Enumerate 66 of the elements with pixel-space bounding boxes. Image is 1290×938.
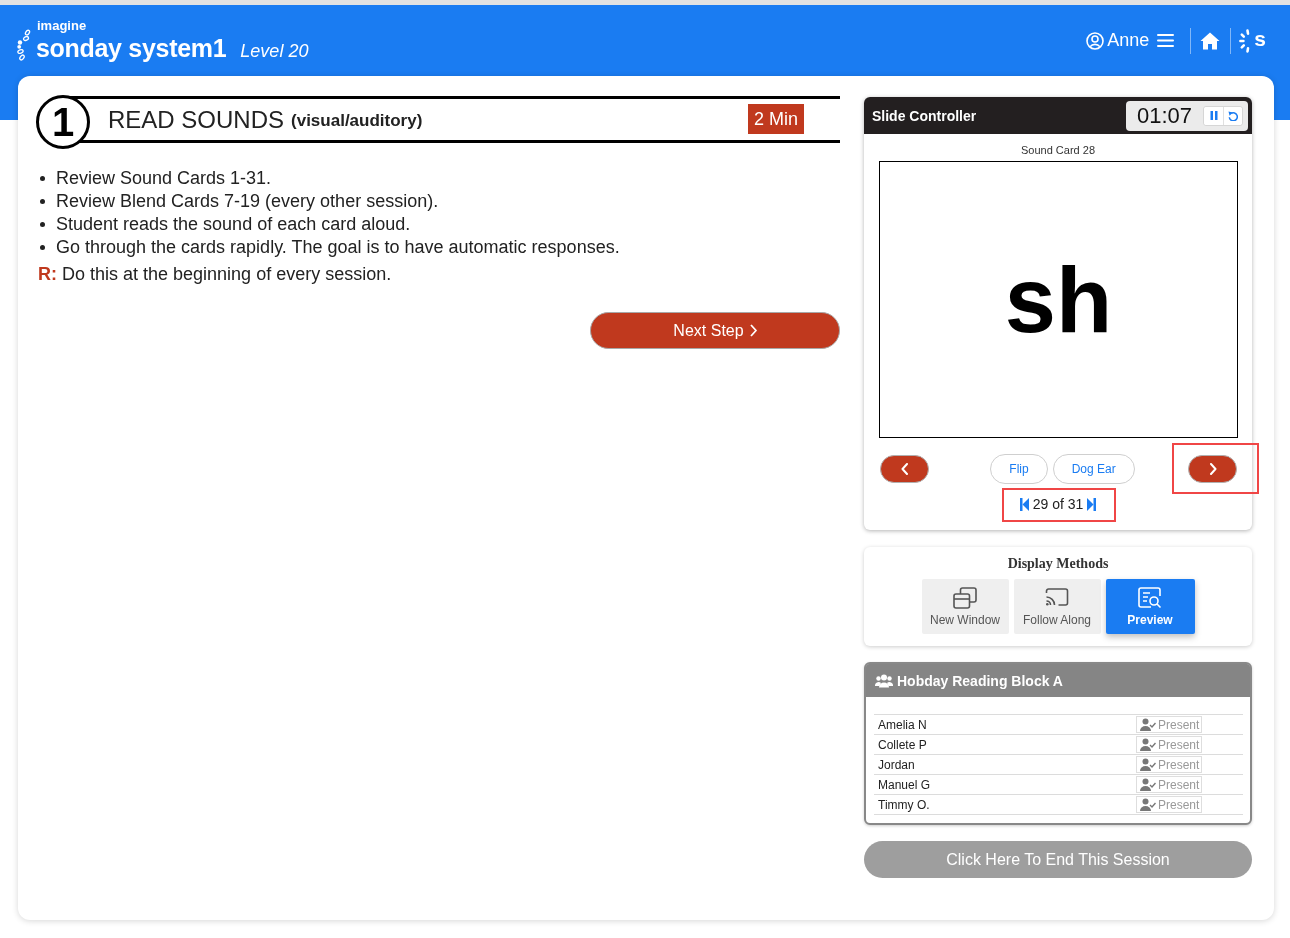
student-name: Timmy O. [877, 797, 931, 812]
bullet-icon [40, 199, 45, 204]
chevron-left-icon [900, 463, 909, 475]
end-session-button[interactable]: Click Here To End This Session [864, 841, 1252, 878]
panel-title: Slide Controller [872, 107, 977, 124]
attendance-button[interactable]: Present [1136, 796, 1202, 813]
reset-button[interactable] [1223, 106, 1242, 125]
step-number: 1 [36, 95, 90, 149]
student-name: Manuel G [877, 777, 932, 792]
panel-title: Hobday Reading Block A [897, 672, 1063, 689]
cast-icon [1045, 586, 1069, 609]
brand-tagline: imagine [37, 18, 88, 33]
instruction-text: Go through the cards rapidly. The goal is to have automatic responses. [56, 236, 620, 259]
next-button[interactable] [1188, 455, 1237, 483]
page-counter: 29 of 31 [1032, 496, 1084, 512]
flash-card: sh [879, 161, 1238, 438]
user-menu-button[interactable]: Anne [1086, 30, 1150, 51]
user-check-icon [1140, 778, 1156, 791]
instruction-text: Review Blend Cards 7-19 (every other session). [56, 190, 439, 213]
bullet-icon [40, 176, 45, 181]
student-name: Collete P [877, 737, 928, 752]
user-check-icon [1140, 738, 1156, 751]
reminder-text: R: Do this at the beginning of every session. [38, 263, 393, 286]
logo-letter: s [1254, 27, 1266, 50]
pause-icon [1209, 111, 1218, 120]
display-method-button[interactable]: Follow Along [1013, 579, 1101, 634]
brand-name: sonday system1 [36, 33, 227, 63]
windows-icon [953, 586, 977, 609]
bullet-icon [40, 222, 45, 227]
skip-last-icon[interactable] [1087, 497, 1097, 511]
user-check-icon [1140, 798, 1156, 811]
step-title: READ SOUNDS [108, 105, 285, 134]
instruction-text: Review Sound Cards 1-31. [56, 167, 272, 190]
chevron-right-icon [749, 324, 757, 337]
previous-button[interactable] [880, 455, 929, 483]
logo-mark-icon [16, 28, 32, 61]
display-method-button[interactable]: Preview [1105, 579, 1195, 634]
card-action-button[interactable]: Dog Ear [1052, 454, 1135, 484]
timer-display: 01:07 [1137, 102, 1193, 129]
panel-title: Display Methods [1006, 556, 1110, 572]
next-step-button[interactable]: Next Step [590, 312, 840, 349]
users-icon [875, 673, 893, 688]
chevron-right-icon [1208, 463, 1217, 475]
student-name: Amelia N [877, 717, 928, 732]
user-circle-icon [1086, 31, 1105, 50]
attendance-button[interactable]: Present [1136, 756, 1202, 773]
step-subtitle: (visual/auditory) [291, 110, 423, 131]
attendance-button[interactable]: Present [1136, 776, 1202, 793]
duration-badge: 2 Min [748, 103, 804, 134]
level-label: Level 20 [240, 40, 309, 62]
dots-logo-icon [1239, 28, 1252, 53]
user-check-icon [1140, 718, 1156, 731]
card-action-button[interactable]: Flip [990, 454, 1048, 484]
instruction-text: Student reads the sound of each card aloud. [56, 213, 411, 236]
attendance-button[interactable]: Present [1136, 716, 1202, 733]
skip-first-icon[interactable] [1019, 497, 1029, 511]
card-label: Sound Card 28 [1020, 144, 1096, 157]
student-name: Jordan [877, 757, 916, 772]
bullet-icon [40, 245, 45, 250]
home-icon[interactable] [1200, 31, 1221, 50]
attendance-button[interactable]: Present [1136, 736, 1202, 753]
display-method-button[interactable]: New Window [921, 579, 1009, 634]
menu-icon[interactable] [1157, 33, 1175, 48]
reset-icon [1228, 110, 1238, 121]
user-check-icon [1140, 758, 1156, 771]
document-search-icon [1138, 586, 1162, 609]
